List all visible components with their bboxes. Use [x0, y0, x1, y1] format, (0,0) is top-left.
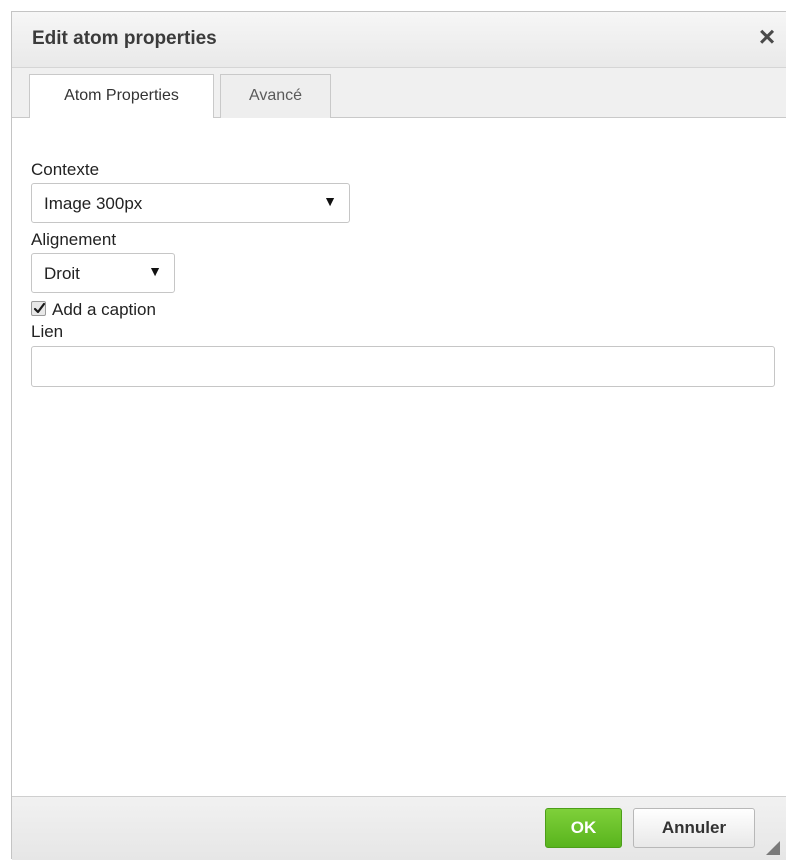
- contexte-selected-value: Image 300px: [44, 194, 143, 213]
- cancel-button[interactable]: Annuler: [633, 808, 755, 848]
- checkmark-icon: [33, 302, 46, 314]
- page-edge: [0, 0, 11, 859]
- dialog-title: Edit atom properties: [32, 28, 217, 49]
- resize-handle-icon[interactable]: [766, 841, 780, 855]
- contexte-select[interactable]: Image 300px ▼: [31, 183, 350, 223]
- contexte-label: Contexte: [31, 160, 100, 179]
- alignement-label: Alignement: [31, 230, 117, 249]
- edit-atom-dialog: Edit atom properties × Atom Properties A…: [11, 11, 786, 860]
- dropdown-arrow-icon: ▼: [323, 193, 337, 209]
- lien-input[interactable]: [31, 346, 775, 387]
- ok-button[interactable]: OK: [545, 808, 622, 848]
- close-icon[interactable]: ×: [754, 23, 780, 51]
- tab-atom-properties[interactable]: Atom Properties: [29, 74, 214, 119]
- lien-label: Lien: [31, 322, 64, 341]
- tab-avance[interactable]: Avancé: [220, 74, 331, 118]
- caption-label: Add a caption: [52, 300, 156, 319]
- alignement-selected-value: Droit: [44, 264, 80, 283]
- dropdown-arrow-icon: ▼: [148, 263, 162, 279]
- tab-strip: Atom Properties Avancé: [12, 68, 786, 119]
- dialog-titlebar[interactable]: Edit atom properties ×: [12, 12, 786, 68]
- caption-checkbox[interactable]: [31, 301, 46, 316]
- alignement-select[interactable]: Droit ▼: [31, 253, 175, 293]
- dialog-footer: OK Annuler: [12, 796, 786, 860]
- dialog-content: Contexte Image 300px ▼ Alignement Droit …: [12, 118, 786, 796]
